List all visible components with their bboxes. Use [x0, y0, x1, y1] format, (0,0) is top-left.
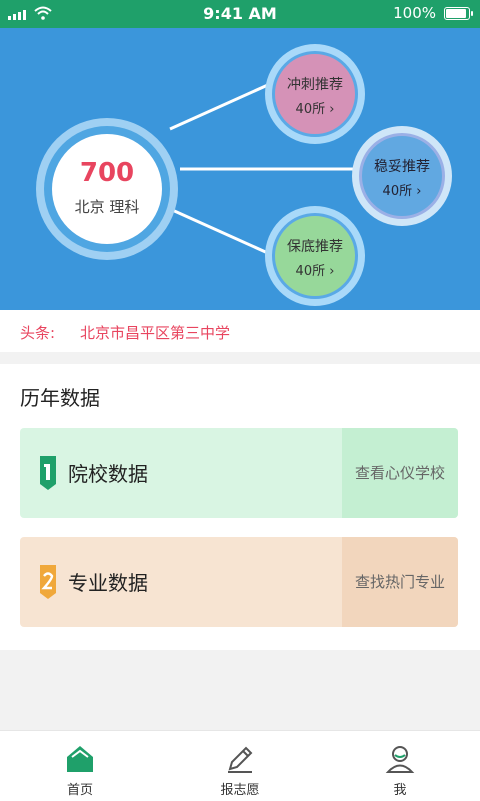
headline-text[interactable]: 北京市昌平区第三中学 — [80, 322, 230, 343]
tab-home[interactable]: 首页 — [0, 731, 160, 801]
rank-2-badge-icon — [40, 565, 56, 599]
home-icon — [67, 746, 93, 772]
section-title: 历年数据 — [20, 386, 100, 410]
rush-recommend-count: 40所 — [295, 102, 326, 117]
history-data-section: 历年数据 院校数据 查看心仪学校 专业数据 查找热门专业 — [0, 364, 480, 650]
battery-icon — [444, 7, 473, 20]
find-majors-link[interactable]: 查找热门专业 — [342, 537, 458, 627]
bottom-tab-bar: 首页 报志愿 我 — [0, 730, 480, 801]
score-hero: 700 北京 理科 冲刺推荐 40所 › 稳妥推荐 40所 › 保底推荐 40所… — [0, 28, 480, 310]
tab-home-label: 首页 — [66, 783, 93, 798]
tab-apply-label: 报志愿 — [220, 783, 260, 798]
major-data-card[interactable]: 专业数据 查找热门专业 — [20, 537, 458, 627]
tab-me[interactable]: 我 — [320, 731, 480, 801]
profile-icon — [385, 746, 415, 773]
school-data-label: 院校数据 — [68, 462, 148, 486]
safe-recommend-count: 40所 — [382, 184, 413, 199]
headline-ticker[interactable]: 头条: 北京市昌平区第三中学 — [0, 310, 480, 352]
score-location: 北京 理科 — [74, 198, 140, 216]
school-data-card[interactable]: 院校数据 查看心仪学校 — [20, 428, 458, 518]
chevron-right-icon: › — [325, 102, 335, 117]
backup-recommend-bubble[interactable]: 保底推荐 40所 › — [265, 206, 365, 306]
pencil-icon — [228, 746, 253, 773]
chevron-right-icon: › — [325, 264, 335, 279]
safe-recommend-bubble[interactable]: 稳妥推荐 40所 › — [352, 126, 452, 226]
backup-recommend-count: 40所 — [295, 264, 326, 279]
score-circle[interactable]: 700 北京 理科 — [36, 118, 178, 260]
backup-recommend-label: 保底推荐 — [287, 239, 343, 255]
rush-recommend-label: 冲刺推荐 — [287, 77, 343, 93]
tab-me-label: 我 — [393, 783, 407, 798]
status-bar: 9:41 AM 100% — [0, 0, 480, 28]
safe-recommend-label: 稳妥推荐 — [374, 159, 430, 175]
major-data-label: 专业数据 — [68, 571, 148, 595]
tab-apply[interactable]: 报志愿 — [160, 731, 320, 801]
rush-recommend-bubble[interactable]: 冲刺推荐 40所 › — [265, 44, 365, 144]
chevron-right-icon: › — [412, 184, 422, 199]
view-schools-link[interactable]: 查看心仪学校 — [342, 428, 458, 518]
headline-label: 头条: — [20, 324, 56, 342]
rank-1-badge-icon — [40, 456, 56, 490]
score-value: 700 — [79, 158, 135, 188]
battery-percent: 100% — [393, 4, 436, 22]
